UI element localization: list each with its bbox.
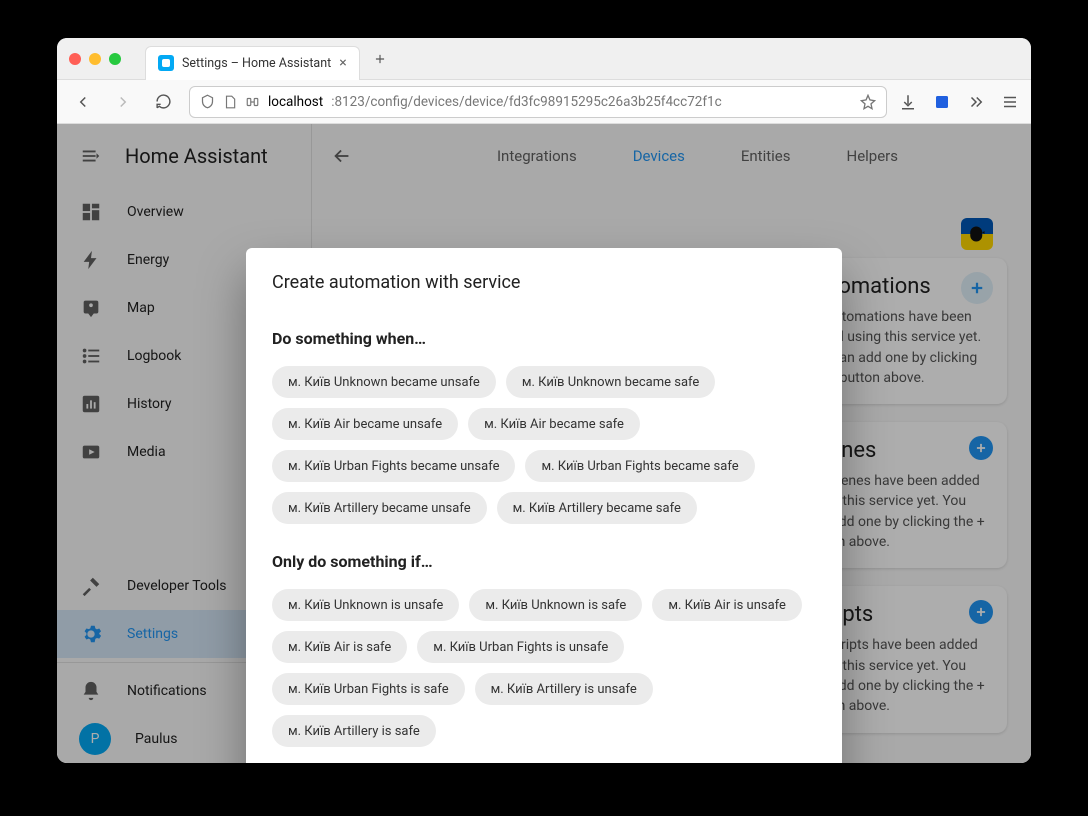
condition-chip[interactable]: м. Київ Air is unsafe — [652, 589, 802, 621]
trigger-chip[interactable]: м. Київ Artillery became unsafe — [272, 492, 487, 524]
condition-chip[interactable]: м. Київ Unknown is unsafe — [272, 589, 459, 621]
trigger-chip[interactable]: м. Київ Air became unsafe — [272, 408, 458, 440]
condition-chip[interactable]: м. Київ Urban Fights is unsafe — [417, 631, 624, 663]
condition-chip[interactable]: м. Київ Artillery is safe — [272, 715, 436, 747]
url-bar: localhost :8123/config/devices/device/fd3… — [57, 80, 1031, 124]
titlebar: Settings – Home Assistant × — [57, 38, 1031, 80]
browser-window: Settings – Home Assistant × loca — [57, 38, 1031, 763]
dialog-title: Create automation with service — [272, 272, 816, 293]
trigger-chip[interactable]: м. Київ Urban Fights became unsafe — [272, 450, 515, 482]
condition-chip[interactable]: м. Київ Unknown is safe — [469, 589, 642, 621]
triggers-heading: Do something when… — [272, 329, 816, 348]
close-tab-button[interactable]: × — [339, 56, 346, 70]
overflow-icon[interactable] — [967, 93, 985, 111]
create-automation-dialog: Create automation with service Do someth… — [246, 248, 842, 763]
trigger-chip[interactable]: м. Київ Unknown became unsafe — [272, 366, 496, 398]
permissions-icon — [245, 95, 260, 109]
trigger-chip[interactable]: м. Київ Urban Fights became safe — [525, 450, 754, 482]
browser-tab[interactable]: Settings – Home Assistant × — [145, 46, 360, 80]
downloads-icon[interactable] — [899, 93, 917, 111]
trigger-chip[interactable]: м. Київ Artillery became safe — [497, 492, 697, 524]
menu-icon[interactable] — [1001, 93, 1019, 111]
new-tab-button[interactable] — [366, 45, 394, 73]
shield-icon — [200, 94, 215, 109]
trigger-chip[interactable]: м. Київ Air became safe — [468, 408, 640, 440]
conditions-heading: Only do something if… — [272, 552, 816, 571]
condition-chip[interactable]: м. Київ Air is safe — [272, 631, 407, 663]
trigger-chip[interactable]: м. Київ Unknown became safe — [506, 366, 715, 398]
condition-chip[interactable]: м. Київ Urban Fights is safe — [272, 673, 465, 705]
bookmark-icon[interactable] — [860, 94, 876, 110]
address-bar[interactable]: localhost :8123/config/devices/device/fd3… — [189, 86, 887, 118]
extension-icon[interactable] — [933, 93, 951, 111]
condition-chips: м. Київ Unknown is unsafe м. Київ Unknown… — [272, 589, 816, 747]
reload-button[interactable] — [149, 88, 177, 116]
toolbar-right — [899, 93, 1019, 111]
favicon-icon — [158, 55, 174, 71]
back-button[interactable] — [69, 88, 97, 116]
window-controls — [69, 53, 121, 65]
app: Home Assistant Overview Energy Map Logb — [57, 124, 1031, 763]
condition-chip[interactable]: м. Київ Artillery is unsafe — [475, 673, 653, 705]
window-close-button[interactable] — [69, 53, 81, 65]
address-path: :8123/config/devices/device/fd3fc9891529… — [331, 94, 722, 110]
window-zoom-button[interactable] — [109, 53, 121, 65]
trigger-chips: м. Київ Unknown became unsafe м. Київ Unk… — [272, 366, 816, 524]
page-info-icon — [223, 95, 237, 109]
window-minimize-button[interactable] — [89, 53, 101, 65]
forward-button[interactable] — [109, 88, 137, 116]
tab-title: Settings – Home Assistant — [182, 56, 331, 71]
address-host: localhost — [268, 94, 323, 110]
